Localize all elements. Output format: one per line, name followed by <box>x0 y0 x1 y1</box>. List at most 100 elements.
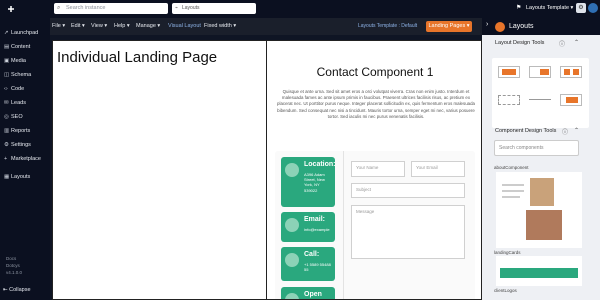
layout-block-icon <box>502 69 516 75</box>
component-label: aboutComponent <box>494 165 529 170</box>
schema-icon: ◫ <box>4 72 10 78</box>
thumb-text-line <box>502 184 524 186</box>
sidebar-item-label: Launchpad <box>11 30 39 36</box>
reports-icon: ▥ <box>4 128 10 134</box>
plus-icon: + <box>4 156 8 162</box>
about-component-thumb[interactable] <box>496 172 582 248</box>
url-field[interactable]: ⌁ Layouts <box>172 3 256 14</box>
sidebar-item-launchpad[interactable]: ➚ Launchpad <box>4 28 38 38</box>
thumb-image <box>526 210 562 240</box>
settings-icon: ⚙ <box>4 142 9 148</box>
contact-component-title: Contact Component 1 <box>316 65 434 79</box>
instance-search-input[interactable]: ⌕ Search instance <box>54 3 168 14</box>
sidebar-item-layouts[interactable]: ▦ Layouts <box>4 172 30 182</box>
chevron-up-icon[interactable]: ⌃ <box>574 39 579 46</box>
page-title: Individual Landing Page <box>57 49 218 66</box>
sidebar-item-code[interactable]: ‹› Code <box>4 84 24 94</box>
footer-version: v4.1.0.0 <box>6 270 23 275</box>
component-label: landingCards <box>494 250 521 255</box>
notification-icon[interactable]: ⚑ <box>516 3 524 13</box>
call-card: Call: +1 5589 55488 55 <box>281 247 335 281</box>
sidebar-item-leads[interactable]: ✉ Leads <box>4 98 26 108</box>
message-field[interactable]: Message <box>351 205 465 259</box>
layout-option-5[interactable] <box>529 99 551 100</box>
url-text: Layouts <box>182 5 200 11</box>
sidebar-item-settings[interactable]: ⚙ Settings <box>4 140 31 150</box>
chevron-up-icon[interactable]: ⌃ <box>574 127 579 134</box>
brand-logo <box>8 6 14 12</box>
sidebar-item-media[interactable]: ▣ Media <box>4 56 26 66</box>
layout-option-1[interactable] <box>498 66 520 78</box>
sidebar-item-label: Reports <box>11 128 31 134</box>
sidebar-item-label: Media <box>11 58 26 64</box>
component-label: clientLogos <box>494 288 517 293</box>
left-column[interactable]: Individual Landing Page <box>53 41 267 299</box>
thumb-text-line <box>502 196 520 198</box>
card-title: Location: <box>304 161 336 168</box>
email-card: Email: info@example <box>281 212 335 242</box>
sidebar-item-seo[interactable]: ◎ SEO <box>4 112 23 122</box>
subject-field[interactable]: Subject <box>351 183 465 198</box>
menu-edit[interactable]: Edit ▾ <box>71 18 85 35</box>
template-label[interactable]: Layouts Template : Default <box>358 18 417 35</box>
sidebar: ➚ Launchpad ▤ Content ▣ Media ◫ Schema ‹› Cod… <box>0 6 50 300</box>
visual-layout-label[interactable]: Visual Layout <box>168 18 201 35</box>
sidebar-item-reports[interactable]: ▥ Reports <box>4 126 30 136</box>
card-title: Open <box>304 291 322 298</box>
component-search-input[interactable]: Search components <box>494 140 579 156</box>
fixed-width-dropdown[interactable]: Fixed width ▾ <box>204 18 236 35</box>
your-name-field[interactable]: Your Name <box>351 161 405 177</box>
link-icon: ⌁ <box>175 5 179 11</box>
menu-view[interactable]: View ▾ <box>91 18 107 35</box>
card-title: Email: <box>304 216 326 223</box>
collapse-panel-icon[interactable]: › <box>486 21 488 28</box>
sidebar-item-label: Schema <box>11 72 32 78</box>
layout-option-4[interactable] <box>498 95 520 105</box>
sidebar-item-label: Settings <box>11 142 31 148</box>
card-title: Call: <box>304 251 320 258</box>
form-divider <box>343 151 344 299</box>
layout-option-6[interactable] <box>560 94 582 106</box>
collapse-button[interactable]: ⇤ Collapse <box>3 287 31 293</box>
sidebar-item-label: SEO <box>11 114 23 120</box>
help-icon[interactable]: ⓘ <box>562 127 568 136</box>
contact-description: Quisque et ante urna. Sed sit amet eros … <box>277 89 475 119</box>
panel-header: › Layouts <box>482 18 600 35</box>
workspace-selector[interactable]: Layouts Template ▾ <box>526 3 573 14</box>
card-detail: A396 Adam Street, New York, NY 539022 <box>304 172 325 193</box>
location-icon <box>285 163 299 177</box>
code-icon: ‹› <box>4 86 8 92</box>
sidebar-item-content[interactable]: ▤ Content <box>4 42 30 52</box>
sidebar-item-marketplace[interactable]: + Marketplace <box>4 154 41 164</box>
settings-gear-icon[interactable]: ⚙ <box>576 3 586 13</box>
your-email-field[interactable]: Your Email <box>411 161 465 177</box>
layout-tools-title: Layout Design Tools <box>495 40 545 46</box>
sidebar-item-label: Leads <box>11 100 26 106</box>
content-icon: ▤ <box>4 44 10 50</box>
user-avatar[interactable] <box>588 3 598 13</box>
footer-dotcys[interactable]: Dotcys <box>6 263 20 268</box>
layout-option-2[interactable] <box>529 66 551 78</box>
landing-cards-thumb[interactable] <box>496 256 582 286</box>
card-detail: +1 5589 55488 55 <box>304 262 331 273</box>
layout-block-icon <box>573 69 579 75</box>
menu-help[interactable]: Help ▾ <box>114 18 130 35</box>
sidebar-item-label: Layouts <box>11 174 31 180</box>
sidebar-item-schema[interactable]: ◫ Schema <box>4 70 31 80</box>
menu-manage[interactable]: Manage ▾ <box>136 18 160 35</box>
landing-pages-button[interactable]: Landing Pages ▾ <box>426 21 472 32</box>
help-icon[interactable]: ⓘ <box>559 39 565 48</box>
location-card: Location: A396 Adam Street, New York, NY… <box>281 157 336 207</box>
layout-option-3[interactable] <box>560 66 582 78</box>
open-hours-card: Open <box>281 287 335 299</box>
footer-docs[interactable]: Docs <box>6 256 16 261</box>
search-placeholder: Search instance <box>66 5 106 11</box>
editor-canvas[interactable]: Individual Landing Page Contact Componen… <box>52 40 482 300</box>
phone-icon <box>285 253 299 267</box>
rocket-icon: ➚ <box>4 30 9 36</box>
layout-block-icon <box>564 69 570 75</box>
media-icon: ▣ <box>4 58 10 64</box>
seo-icon: ◎ <box>4 114 9 120</box>
menu-file[interactable]: File ▾ <box>52 18 65 35</box>
top-bar: ⌕ Search instance ⌁ Layouts ⚑ Layouts Te… <box>0 0 600 18</box>
